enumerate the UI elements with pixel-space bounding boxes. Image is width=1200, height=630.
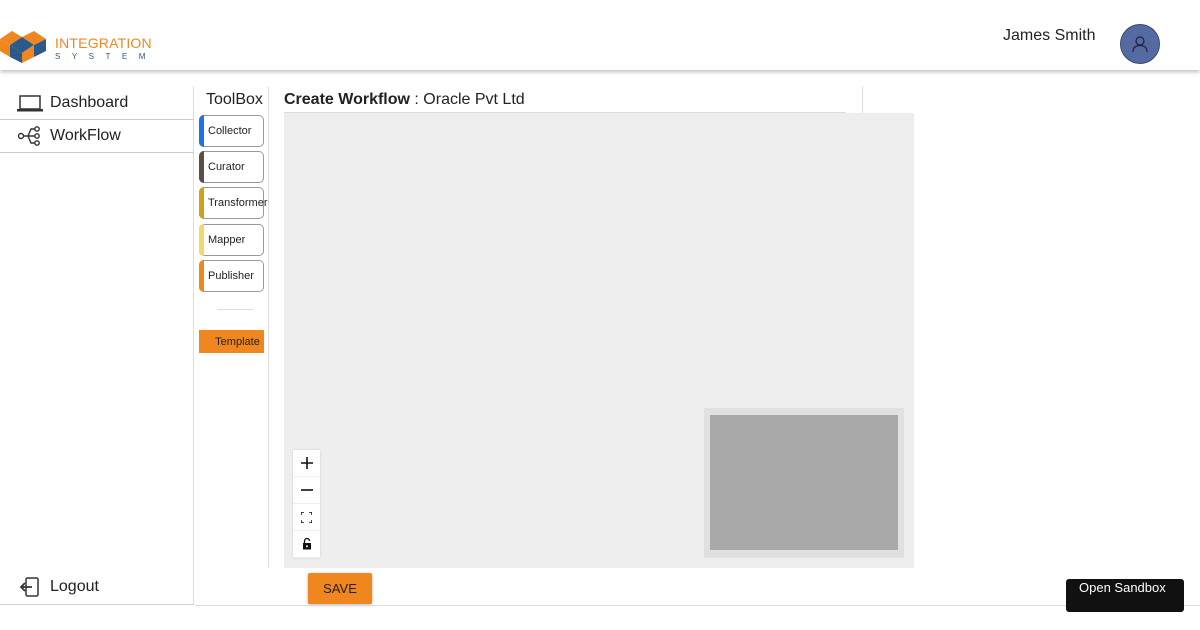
logo-title: INTEGRATION (55, 35, 152, 51)
logout-icon (19, 577, 39, 597)
toolbox-divider (217, 309, 253, 310)
user-name: James Smith (1003, 27, 1096, 44)
page-title: Create Workflow (284, 91, 410, 108)
tool-color-bar (199, 260, 204, 292)
tool-color-bar (199, 115, 204, 147)
app-header: INTEGRATION SYSTEM James Smith (0, 0, 1200, 70)
tool-collector[interactable]: Collector (199, 115, 264, 147)
lock-button[interactable] (293, 531, 320, 558)
sidebar-item-workflow[interactable]: WorkFlow (0, 120, 194, 153)
tool-label: Collector (208, 125, 252, 137)
zoom-in-button[interactable] (293, 450, 320, 477)
workflow-header: Create Workflow : Oracle Pvt Ltd (284, 91, 846, 113)
minimap-viewport[interactable] (710, 415, 898, 550)
zoom-in-icon (300, 457, 313, 469)
footer-divider (195, 605, 1200, 606)
sidebar-item-label: Logout (50, 578, 99, 595)
workflow-icon (17, 126, 40, 146)
fit-view-icon (301, 511, 312, 523)
sidebar-item-label: Dashboard (50, 94, 129, 111)
tool-mapper[interactable]: Mapper (199, 224, 264, 256)
organization-name: Oracle Pvt Ltd (423, 91, 525, 108)
canvas-minimap[interactable] (704, 408, 904, 558)
laptop-icon (17, 95, 43, 112)
sidebar-item-logout[interactable]: Logout (0, 570, 194, 605)
sidebar: Dashboard WorkFlow Logout (0, 87, 194, 605)
tool-curator[interactable]: Curator (199, 151, 264, 183)
tool-color-bar (199, 224, 204, 256)
user-icon (1132, 36, 1148, 53)
template-button[interactable]: Template (199, 330, 264, 353)
tool-label: Curator (208, 161, 245, 173)
user-avatar[interactable] (1120, 24, 1160, 64)
zoom-out-icon (300, 489, 313, 491)
logo-subtitle: SYSTEM (55, 52, 157, 61)
title-separator: : (409, 91, 424, 108)
tool-label: Mapper (208, 234, 246, 246)
workflow-canvas[interactable] (284, 113, 914, 568)
open-sandbox-button[interactable]: Open Sandbox (1066, 579, 1184, 612)
tool-color-bar (199, 187, 204, 219)
tool-label: Publisher (208, 270, 254, 282)
lock-icon (302, 538, 311, 550)
header-divider (862, 87, 863, 113)
zoom-out-button[interactable] (293, 477, 320, 504)
save-button[interactable]: SAVE (308, 573, 372, 604)
tool-color-bar (199, 151, 204, 183)
sidebar-item-label: WorkFlow (50, 127, 121, 144)
fit-view-button[interactable] (293, 504, 320, 531)
app-logo[interactable]: INTEGRATION SYSTEM (0, 27, 160, 63)
logo-mark-icon (0, 31, 46, 63)
sidebar-item-dashboard[interactable]: Dashboard (0, 87, 194, 120)
tool-label: Transformer (208, 197, 268, 209)
tool-transformer[interactable]: Transformer (199, 187, 268, 219)
tool-publisher[interactable]: Publisher (199, 260, 264, 292)
canvas-controls (293, 450, 320, 558)
toolbox-title: ToolBox (206, 91, 263, 108)
toolbox: ToolBox Collector Curator Transformer Ma… (195, 87, 269, 568)
